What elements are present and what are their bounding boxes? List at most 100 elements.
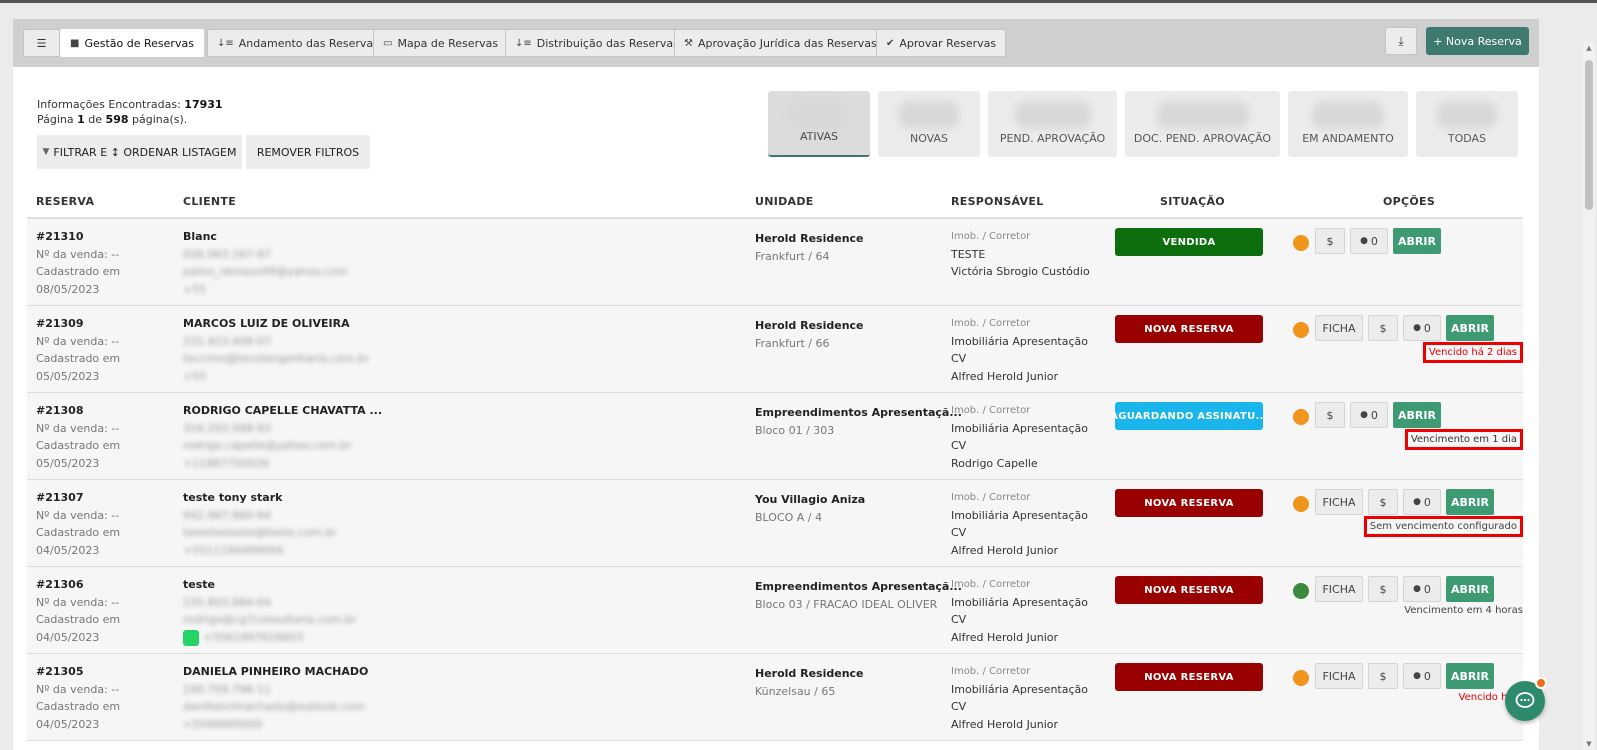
tab-mapa-reservas[interactable]: ▭ Mapa de Reservas (373, 29, 509, 57)
table-row: #21309 Nº da venda: -- Cadastrado em 05/05/… (27, 306, 1523, 393)
responsavel-label: Imob. / Corretor (951, 579, 1031, 590)
financial-button[interactable]: $ (1368, 663, 1398, 689)
page-suffix: página(s). (132, 113, 188, 126)
abrir-button[interactable]: ABRIR (1446, 489, 1494, 515)
filter-sort-button[interactable]: ▼ FILTRAR E ↕ ORDENAR LISTAGEM (37, 135, 242, 169)
comments-button[interactable]: ● 0 (1403, 663, 1441, 689)
responsavel-line: Imobiliária Apresentação (951, 508, 1088, 522)
stat-tab-em-andamento[interactable]: EM ANDAMENTO (1288, 91, 1408, 157)
menu-toggle-button[interactable]: ☰ (23, 29, 60, 57)
responsavel-line: Imobiliária Apresentação (951, 334, 1088, 348)
reserva-id[interactable]: #21307 (36, 489, 120, 507)
tab-gestao-reservas[interactable]: ■ Gestão de Reservas (60, 29, 204, 57)
abrir-label: ABRIR (1451, 495, 1489, 509)
financial-button[interactable]: $ (1368, 576, 1398, 602)
page-label: Página (37, 113, 74, 126)
stat-tab-ativas[interactable]: ATIVAS (768, 91, 870, 157)
reserva-id[interactable]: #21308 (36, 402, 120, 420)
ficha-button[interactable]: FICHA (1315, 663, 1363, 689)
ficha-button[interactable]: FICHA (1315, 489, 1363, 515)
tab-andamento-reservas[interactable]: ↓≡ Andamento das Reservas (207, 29, 389, 57)
scroll-up-icon[interactable]: ▲ (1585, 44, 1593, 52)
cliente-cell: RODRIGO CAPELLE CHAVATTA ... 316.293.098-… (183, 402, 382, 472)
table-row: #21305 Nº da venda: -- Cadastrado em 04/05/… (27, 654, 1523, 741)
abrir-button[interactable]: ABRIR (1446, 576, 1494, 602)
blurred-count (1436, 101, 1498, 129)
header-responsavel[interactable]: RESPONSÁVEL (951, 195, 1044, 208)
ficha-button[interactable]: FICHA (1315, 315, 1363, 341)
page-scrollbar[interactable]: ▲ ▼ (1583, 42, 1595, 750)
financial-button[interactable]: $ (1368, 315, 1398, 341)
tab-aprovacao-juridica[interactable]: ⚒ Aprovação Jurídica das Reservas (674, 29, 887, 57)
responsavel-label: Imob. / Corretor (951, 231, 1031, 242)
ficha-label: FICHA (1322, 669, 1356, 683)
responsavel-cell: Imob. / Corretor Imobiliária Apresentação… (951, 402, 1088, 472)
abrir-button[interactable]: ABRIR (1446, 315, 1494, 341)
filter-sort-label: FILTRAR E ↕ ORDENAR LISTAGEM (53, 145, 237, 159)
remove-filters-button[interactable]: REMOVER FILTROS (246, 135, 370, 169)
responsavel-line: Victória Sbrogio Custódio (951, 265, 1090, 278)
client-contact-blurred: 231.423.408-07 (183, 334, 271, 348)
abrir-button[interactable]: ABRIR (1446, 663, 1494, 689)
status-dot-icon (1293, 409, 1309, 425)
client-contact-blurred: +11987750026 (183, 456, 270, 470)
scrollbar-thumb[interactable] (1585, 60, 1593, 210)
abrir-label: ABRIR (1451, 321, 1489, 335)
whatsapp-icon[interactable] (183, 629, 199, 646)
abrir-button[interactable]: ABRIR (1393, 402, 1441, 428)
responsavel-line: Rodrigo Capelle (951, 456, 1038, 470)
reserva-id[interactable]: #21306 (36, 576, 120, 594)
stat-tab-novas[interactable]: NOVAS (878, 91, 980, 157)
reserva-cell: #21308 Nº da venda: -- Cadastrado em 05/05/… (36, 402, 120, 472)
reserva-cell: #21305 Nº da venda: -- Cadastrado em 04/05/… (36, 663, 120, 733)
dollar-icon: $ (1379, 669, 1387, 683)
tab-aprovar-reservas[interactable]: ✔ Aprovar Reservas (876, 29, 1007, 57)
vencimento-text: Sem vencimento configurado (1363, 516, 1523, 537)
reserva-id[interactable]: #21310 (36, 228, 120, 246)
status-dot-icon (1293, 670, 1309, 686)
responsavel-line: CV (951, 700, 967, 713)
unit-name: Empreendimentos Apresentaçã... (755, 406, 962, 419)
nova-reserva-button[interactable]: + Nova Reserva (1426, 27, 1529, 55)
client-contact-blurred: 942.967.860-94 (183, 508, 271, 522)
comment-icon: ● (1413, 671, 1421, 681)
financial-button[interactable]: $ (1315, 228, 1345, 254)
comments-button[interactable]: ● 0 (1403, 315, 1441, 341)
reserva-cell: #21306 Nº da venda: -- Cadastrado em 04/05/… (36, 576, 120, 646)
comments-button[interactable]: ● 0 (1350, 228, 1388, 254)
header-situacao[interactable]: SITUAÇÃO (1160, 195, 1225, 208)
header-cliente[interactable]: CLIENTE (183, 195, 236, 208)
abrir-button[interactable]: ABRIR (1393, 228, 1441, 254)
stat-tab-label: EM ANDAMENTO (1302, 132, 1394, 145)
comments-button[interactable]: ● 0 (1403, 576, 1441, 602)
header-reserva[interactable]: RESERVA (36, 195, 94, 208)
status-dot-icon (1293, 496, 1309, 512)
financial-button[interactable]: $ (1368, 489, 1398, 515)
download-button[interactable]: ⤓ (1385, 27, 1417, 55)
reserva-id[interactable]: #21309 (36, 315, 120, 333)
stat-tab-doc-pend-aprovacao[interactable]: DOC. PEND. APROVAÇÃO (1125, 91, 1280, 157)
map-icon: ▭ (383, 37, 393, 49)
responsavel-line: CV (951, 352, 967, 365)
chat-widget-button[interactable] (1505, 677, 1547, 721)
comment-icon: ● (1413, 497, 1421, 507)
reserva-id[interactable]: #21305 (36, 663, 120, 681)
responsavel-label: Imob. / Corretor (951, 318, 1031, 329)
client-contact-blurred: 235.803.884-04 (183, 595, 271, 609)
venda-number: Nº da venda: -- (36, 421, 120, 435)
main-panel: ☰ ■ Gestão de Reservas ↓≡ Andamento das … (13, 19, 1539, 750)
comments-button[interactable]: ● 0 (1350, 402, 1388, 428)
scroll-down-icon[interactable]: ▼ (1585, 740, 1593, 748)
stat-tab-pend-aprovacao[interactable]: PEND. APROVAÇÃO (988, 91, 1117, 157)
cliente-cell: teste tony stark 942.967.860-94 testeteste… (183, 489, 336, 559)
comments-button[interactable]: ● 0 (1403, 489, 1441, 515)
client-name: MARCOS LUIZ DE OLIVEIRA (183, 317, 350, 330)
unidade-cell: Herold Residence Frankfurt / 64 (755, 230, 864, 265)
tab-label: Distribuição das Reservas (536, 36, 679, 50)
table-row: #21310 Nº da venda: -- Cadastrado em 08/05/… (27, 219, 1523, 306)
header-unidade[interactable]: UNIDADE (755, 195, 814, 208)
stat-tab-todas[interactable]: TODAS (1416, 91, 1518, 157)
ficha-button[interactable]: FICHA (1315, 576, 1363, 602)
tab-distribuicao-reservas[interactable]: ↓≡ Distribuição das Reservas (505, 29, 689, 57)
financial-button[interactable]: $ (1315, 402, 1345, 428)
